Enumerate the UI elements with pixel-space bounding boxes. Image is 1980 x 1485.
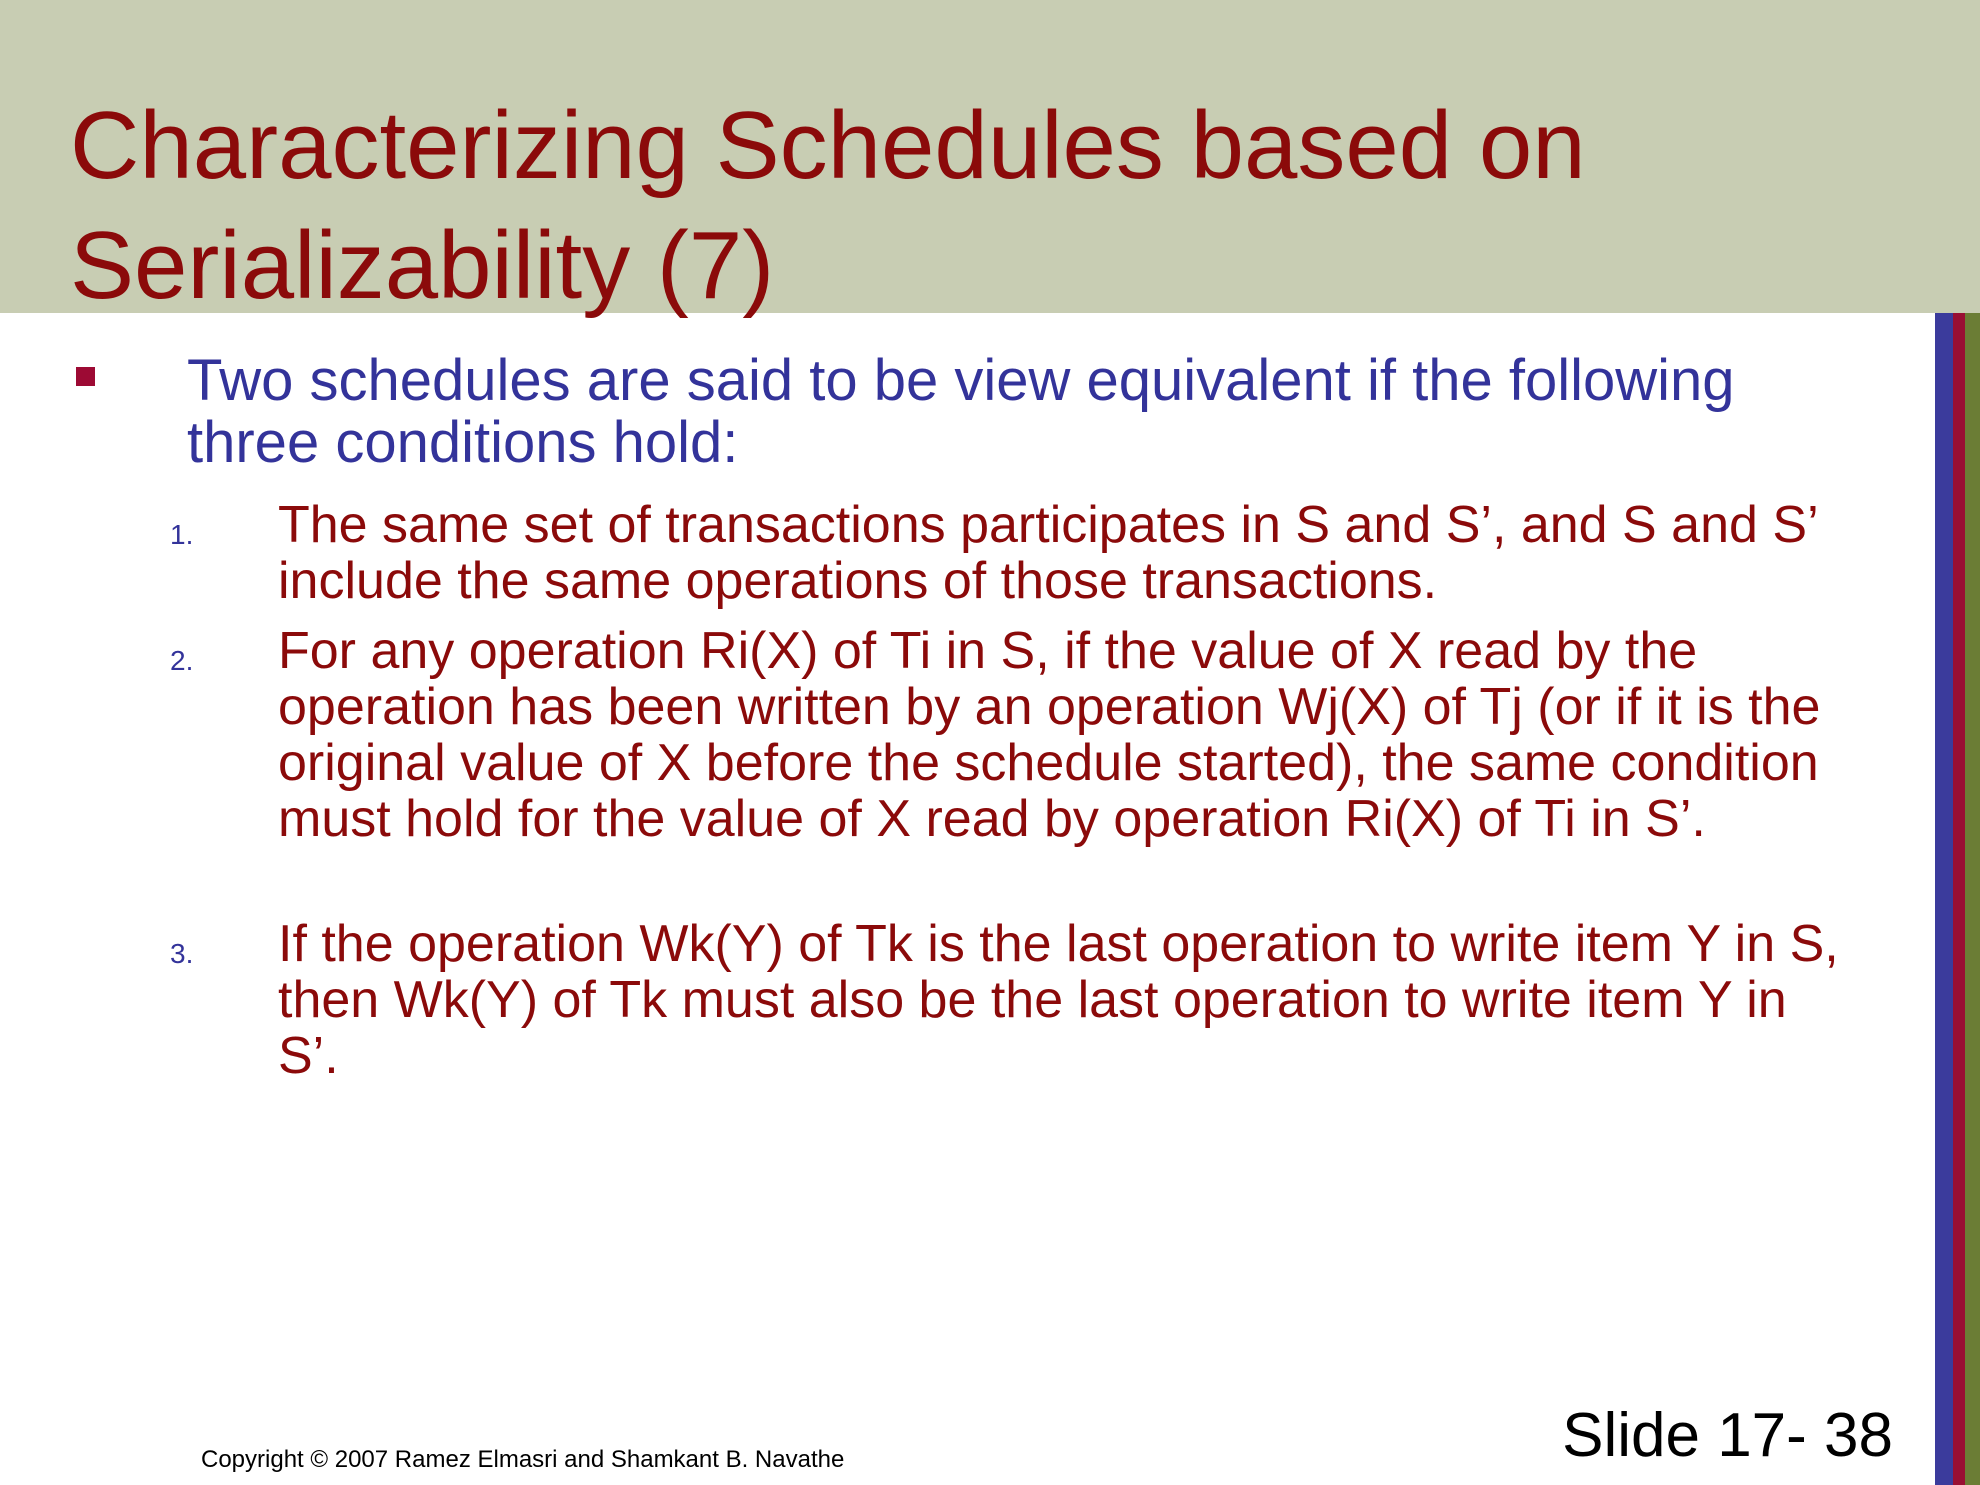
copyright-notice: Copyright © 2007 Ramez Elmasri and Shamk… — [201, 1446, 845, 1473]
condition-number: 1. — [170, 519, 194, 550]
main-bullet-text: Two schedules are said to be view equiva… — [187, 348, 1735, 475]
condition-text: For any operation Ri(X) of Ti in S, if t… — [278, 622, 1821, 848]
condition-number: 3. — [170, 938, 194, 969]
side-stripe-green — [1965, 313, 1980, 1485]
side-stripe-blue — [1935, 313, 1953, 1485]
condition-number: 2. — [170, 645, 194, 676]
condition-text: The same set of transactions participate… — [278, 496, 1817, 610]
slide-number: Slide 17- 38 — [1562, 1401, 1893, 1470]
side-stripe-red — [1953, 313, 1965, 1485]
slide-title: Characterizing Schedules based on Serial… — [70, 92, 1586, 319]
condition-text: If the operation Wk(Y) of Tk is the last… — [278, 915, 1839, 1085]
square-bullet-icon — [76, 367, 95, 386]
